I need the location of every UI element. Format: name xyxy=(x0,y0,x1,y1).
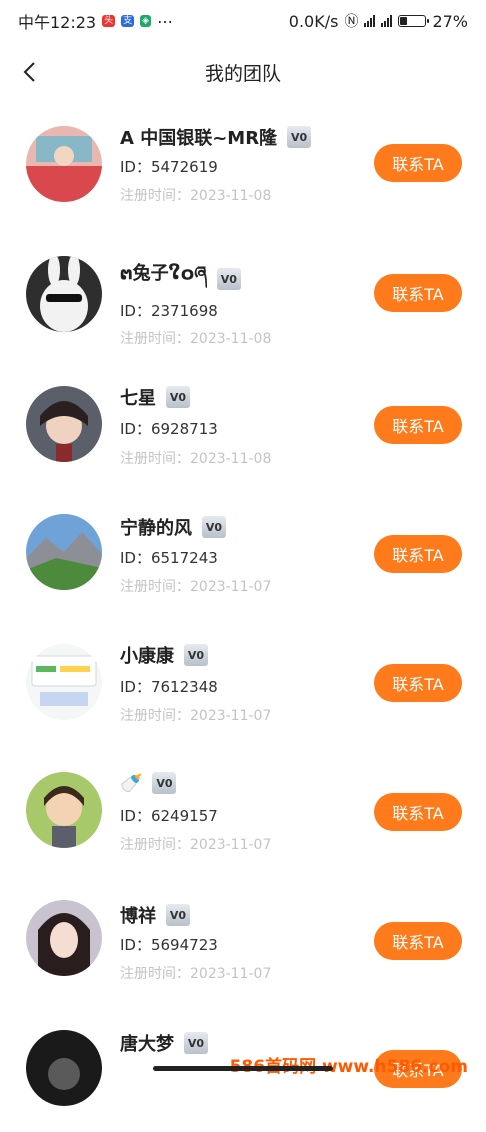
home-indicator[interactable] xyxy=(153,1066,333,1071)
member-name: ຕ兔子ໃ໐ཞ xyxy=(120,263,207,284)
avatar xyxy=(26,900,102,976)
contact-button[interactable]: 联系TA xyxy=(374,793,462,831)
level-badge: V0 xyxy=(184,644,208,666)
network-speed: 0.0K/s xyxy=(288,11,339,31)
shield-icon: ◈ xyxy=(140,15,152,27)
member-name: 唐大梦 xyxy=(120,1034,174,1055)
register-time: 注册时间：2023-11-07 xyxy=(120,579,272,595)
status-bar: 中午12:23 头 支 ◈ ⋯ 0.0K/s Ⓝ 27% xyxy=(0,0,486,42)
level-badge: V0 xyxy=(166,386,190,408)
member-name: 博祥 xyxy=(120,906,156,927)
list-item: 七星 V0 ID：6928713 注册时间：2023-11-08 联系TA xyxy=(0,360,486,488)
register-time: 注册时间：2023-11-07 xyxy=(120,966,272,982)
avatar xyxy=(26,772,102,848)
avatar xyxy=(26,514,102,590)
list-item: ຕ兔子ໃ໐ཞ V0 ID：2371698 注册时间：2023-11-08 联系T… xyxy=(0,230,486,358)
contact-button[interactable]: 联系TA xyxy=(374,144,462,182)
list-item: 博祥 V0 ID：5694723 注册时间：2023-11-07 联系TA xyxy=(0,876,486,1004)
page-title: 我的团队 xyxy=(204,62,281,85)
register-time: 注册时间：2023-11-08 xyxy=(120,451,272,467)
avatar xyxy=(26,386,102,462)
member-name: 小康康 xyxy=(120,646,174,667)
level-badge: V0 xyxy=(202,516,226,538)
member-id: ID：5694723 xyxy=(120,936,218,954)
member-id: ID：6249157 xyxy=(120,807,218,825)
avatar xyxy=(26,644,102,720)
contact-button[interactable]: 联系TA xyxy=(374,922,462,960)
signal-icon xyxy=(364,15,376,27)
member-name: A 中国银联~MR隆 xyxy=(120,128,278,149)
avatar xyxy=(26,256,102,332)
list-item: 小康康 V0 ID：7612348 注册时间：2023-11-07 联系TA xyxy=(0,620,486,748)
register-time: 注册时间：2023-11-08 xyxy=(120,331,272,347)
member-id: ID：7612348 xyxy=(120,678,218,696)
list-item: 宁静的风 V0 ID：6517243 注册时间：2023-11-07 联系TA xyxy=(0,490,486,618)
level-badge: V0 xyxy=(152,772,177,794)
status-time: 中午12:23 xyxy=(18,13,97,32)
member-id: ID：2371698 xyxy=(120,302,218,320)
nfc-icon: Ⓝ xyxy=(344,14,359,30)
member-id: ID：6517243 xyxy=(120,549,218,567)
battery-icon xyxy=(398,15,430,27)
list-item: 🍼 V0 ID：6249157 注册时间：2023-11-07 联系TA xyxy=(0,748,486,876)
alipay-icon: 支 xyxy=(121,15,135,27)
list-item: A 中国银联~MR隆 V0 ID：5472619 注册时间：2023-11-08… xyxy=(0,102,486,230)
member-id: ID：6928713 xyxy=(120,420,218,438)
member-id: ID：5472619 xyxy=(120,158,218,176)
chevron-left-icon xyxy=(23,62,35,82)
register-time: 注册时间：2023-11-07 xyxy=(120,708,272,724)
back-button[interactable] xyxy=(12,54,48,90)
level-badge: V0 xyxy=(184,1032,208,1054)
contact-button[interactable]: 联系TA xyxy=(374,664,462,702)
level-badge: V0 xyxy=(216,268,241,290)
member-name: 七星 xyxy=(120,388,156,409)
avatar xyxy=(26,1030,102,1106)
signal-icon xyxy=(381,15,393,27)
contact-button[interactable]: 联系TA xyxy=(374,274,462,312)
register-time: 注册时间：2023-11-07 xyxy=(120,837,272,853)
contact-button[interactable]: 联系TA xyxy=(374,406,462,444)
nav-bar: 我的团队 xyxy=(0,42,486,102)
watermark: 586首码网 www.h586.com xyxy=(229,1057,468,1077)
level-badge: V0 xyxy=(166,904,190,926)
more-dots-icon: ⋯ xyxy=(157,11,174,31)
app-notify-icon: 头 xyxy=(102,15,116,27)
member-name: 宁静的风 xyxy=(120,518,192,539)
battery-level: 27% xyxy=(432,11,468,31)
level-badge: V0 xyxy=(287,126,312,148)
register-time: 注册时间：2023-11-08 xyxy=(120,188,272,204)
member-name: 🍼 xyxy=(120,772,143,794)
avatar xyxy=(26,126,102,202)
contact-button[interactable]: 联系TA xyxy=(374,535,462,573)
